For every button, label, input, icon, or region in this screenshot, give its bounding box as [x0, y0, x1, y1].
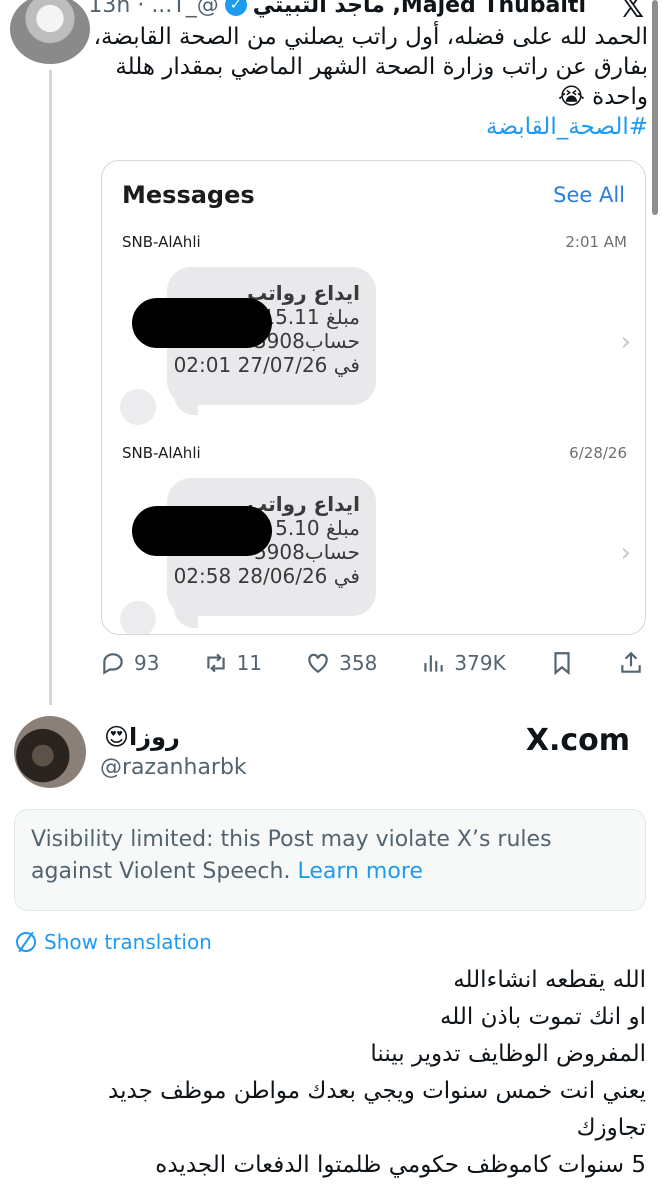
see-all-link: See All [553, 183, 625, 207]
bookmark-icon [554, 652, 570, 676]
tweet-text-line: المفروض الوظايف تدوير بيننا [370, 1041, 646, 1067]
attached-image-messages[interactable]: Messages See All SNB-AlAhli 2:01 AM ايدا… [101, 160, 646, 635]
tweet-header: 𝕏 Majed Thubaiti, ماجد الثبيتي ✓ @_T... … [80, 0, 644, 20]
sender-avatar [120, 601, 156, 634]
x-logo-icon[interactable]: 𝕏 [620, 0, 644, 20]
tweet-text-line: بفارق عن راتب وزارة الصحة الشهر الماضي ب… [115, 54, 648, 80]
translate-icon [16, 932, 36, 952]
bookmark-button[interactable] [549, 650, 575, 676]
messages-title: Messages [122, 181, 255, 209]
sender-avatar [120, 389, 156, 425]
redaction-mark [132, 506, 272, 556]
author-name[interactable]: روزا😍 [104, 723, 180, 751]
tweet-text-line: الحمد لله على فضله، أول راتب يصلني من ال… [93, 24, 648, 50]
tweet-text-line: يعني انت خمس سنوات ويجي بعدك مواطن موظف … [108, 1078, 646, 1104]
repost-button[interactable]: 11 [203, 650, 262, 676]
repost-count: 11 [236, 651, 263, 675]
message-time: 6/28/26 [569, 444, 627, 462]
redaction-mark [132, 298, 272, 348]
verified-badge-icon: ✓ [224, 0, 247, 16]
tweet-text-line: 5 سنوات كاموظف حكومي ظلمتوا الدفعات الجد… [155, 1152, 646, 1178]
author-handle[interactable]: @_T... [151, 0, 218, 18]
tweet-text-line: تجاوزك [576, 1115, 646, 1141]
thread-connector-line [49, 70, 52, 705]
tweet-text: الحمد لله على فضله، أول راتب يصلني من ال… [93, 22, 648, 142]
x-com-watermark: X.com [525, 723, 630, 758]
view-count: 379K [454, 651, 506, 675]
share-icon [621, 651, 641, 673]
visibility-limited-notice: Visibility limited: this Post may violat… [14, 809, 646, 911]
message-line: في 28/06/26 02:58 [173, 564, 360, 588]
learn-more-link[interactable]: Learn more [297, 859, 422, 884]
show-translation-label: Show translation [44, 930, 212, 954]
avatar[interactable] [10, 0, 90, 64]
chevron-right-icon: › [620, 538, 631, 568]
message-sender: SNB-AlAhli [122, 233, 201, 251]
tweet-time[interactable]: 13h [88, 0, 130, 18]
repost-icon [206, 653, 225, 673]
tweet-actions: 93 11 358 379K [100, 646, 644, 680]
reply-icon [103, 653, 123, 675]
chevron-right-icon: › [620, 327, 631, 357]
avatar[interactable] [14, 716, 86, 788]
like-count: 358 [339, 651, 378, 675]
share-button[interactable] [618, 650, 644, 676]
views-button[interactable]: 379K [420, 650, 506, 676]
notice-text: Visibility limited: this Post may violat… [31, 827, 552, 884]
separator-dot: · [130, 0, 152, 18]
reply-count: 93 [134, 651, 160, 675]
tweet-text-line: الله يقطعه انشاءالله [453, 967, 646, 993]
message-line: في 27/07/26 02:01 [173, 353, 360, 377]
message-time: 2:01 AM [565, 233, 627, 251]
author-handle[interactable]: @razanharbk [100, 755, 247, 780]
like-icon [308, 653, 328, 673]
like-button[interactable]: 358 [305, 650, 377, 676]
tweet-text-line: او انك تموت باذن الله [439, 1004, 646, 1030]
tweet-text: الله يقطعه انشاءالله او انك تموت باذن ال… [20, 962, 646, 1184]
author-name[interactable]: Majed Thubaiti, ماجد الثبيتي [253, 0, 586, 18]
hashtag-link[interactable]: #الصحة_القابضة [100, 112, 648, 142]
show-translation-button[interactable]: Show translation [16, 930, 212, 954]
message-sender: SNB-AlAhli [122, 444, 201, 462]
reply-button[interactable]: 93 [100, 650, 159, 676]
scrollbar[interactable] [652, 0, 658, 215]
views-icon [424, 655, 444, 672]
tweet-text-line: واحدة 😭 [557, 84, 648, 110]
